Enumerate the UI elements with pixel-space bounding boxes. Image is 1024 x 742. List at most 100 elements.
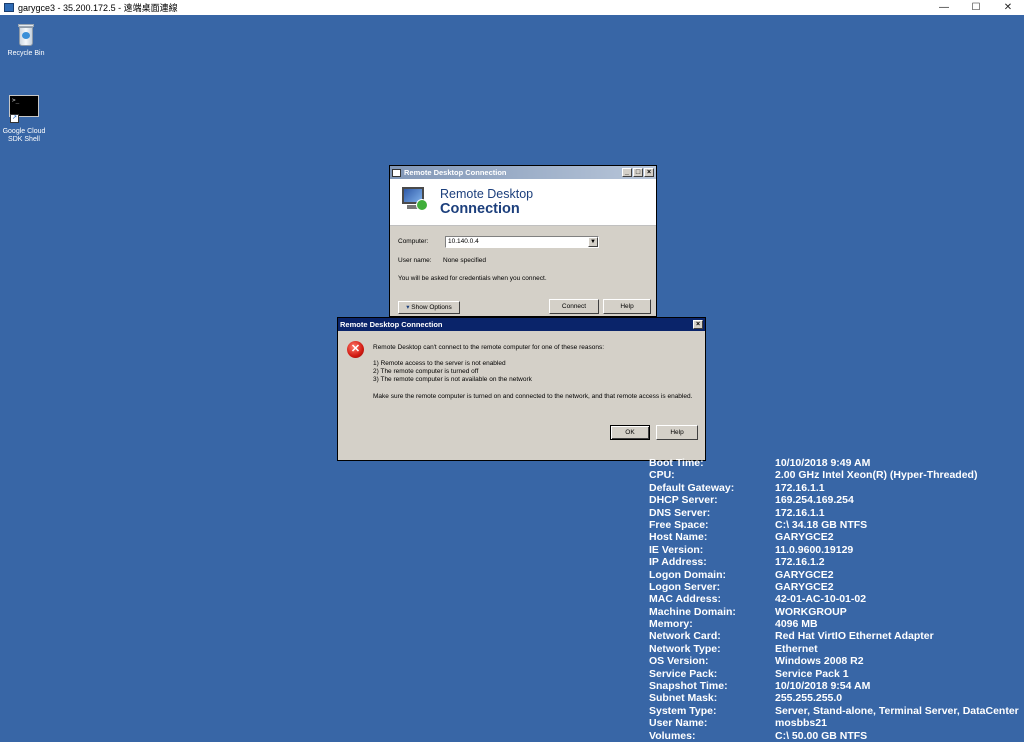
bginfo-value: 10/10/2018 9:49 AM: [775, 457, 871, 469]
bginfo-row: DNS Server: 172.16.1.1: [649, 507, 1024, 519]
banner-title-line1: Remote Desktop: [440, 187, 534, 201]
bginfo-row: Free Space: C:\ 34.18 GB NTFS: [649, 519, 1024, 531]
error-window-controls: ×: [692, 320, 703, 329]
desktop-icon-google-cloud-sdk-shell[interactable]: ↗ Google Cloud SDK Shell: [0, 95, 50, 144]
credentials-note: You will be asked for credentials when y…: [398, 275, 547, 282]
bginfo-value: 10/10/2018 9:54 AM: [775, 680, 871, 693]
error-reason: 2) The remote computer is turned off: [373, 368, 479, 375]
desktop-icon-label: Google Cloud SDK Shell: [2, 128, 46, 143]
bginfo-row: IE Version: 11.0.9600.19129: [649, 544, 1024, 556]
shortcut-arrow-icon: ↗: [10, 114, 19, 123]
bginfo-label: DNS Server:: [649, 506, 711, 519]
bginfo-value: mosbbs21: [775, 717, 827, 730]
error-advice: Make sure the remote computer is turned …: [373, 393, 693, 400]
bginfo-value: 42-01-AC-10-01-02: [775, 593, 867, 606]
bginfo-label: Subnet Mask:: [649, 692, 718, 705]
rdc-title-bar: Remote Desktop Connection _ □ ×: [390, 166, 656, 179]
error-close-button[interactable]: ×: [693, 320, 703, 329]
bginfo-row: IP Address: 172.16.1.2: [649, 556, 1024, 568]
bginfo-label: IP Address:: [649, 556, 707, 569]
bginfo-row: Memory: 4096 MB: [649, 618, 1024, 630]
bginfo-value: 11.0.9600.19129: [775, 543, 854, 556]
bginfo-row: DHCP Server: 169.254.169.254: [649, 494, 1024, 506]
rdc-banner: Remote Desktop Connection: [390, 179, 656, 226]
bginfo-label: Memory:: [649, 618, 693, 631]
error-help-button[interactable]: Help: [656, 425, 698, 440]
bginfo-label: Service Pack:: [649, 667, 718, 680]
bginfo-label: CPU:: [649, 469, 675, 482]
bginfo-row: MAC Address: 42-01-AC-10-01-02: [649, 593, 1024, 605]
bginfo-label: MAC Address:: [649, 593, 721, 606]
bginfo-row: Logon Domain: GARYGCE2: [649, 569, 1024, 581]
bginfo-label: Network Card:: [649, 630, 721, 643]
error-dialog-title: Remote Desktop Connection: [340, 320, 443, 329]
bginfo-row: CPU: 2.00 GHz Intel Xeon(R) (Hyper-Thread…: [649, 469, 1024, 481]
bginfo-label: Volumes:: [649, 729, 696, 742]
bginfo-label: Logon Server:: [649, 580, 721, 593]
rdc-window: Remote Desktop Connection _ □ × Remote D…: [389, 165, 657, 317]
bginfo-value: 4096 MB: [775, 618, 818, 631]
bginfo-label: Logon Domain:: [649, 568, 726, 581]
rdc-window-controls: _ □ ×: [621, 168, 654, 177]
connect-arrow-icon: [416, 199, 428, 211]
bginfo-label: DHCP Server:: [649, 494, 718, 507]
rdc-minimize-button[interactable]: _: [622, 168, 632, 177]
maximize-button[interactable]: ☐: [960, 0, 992, 15]
bginfo-row: Logon Server: GARYGCE2: [649, 581, 1024, 593]
bginfo-row: Snapshot Time: 10/10/2018 9:54 AM: [649, 680, 1024, 692]
connect-button[interactable]: Connect: [549, 299, 599, 314]
ok-button[interactable]: OK: [610, 425, 650, 440]
chevron-down-icon[interactable]: ▼: [588, 237, 598, 247]
bginfo-value: 255.255.255.0: [775, 692, 843, 705]
bginfo-label: IE Version:: [649, 543, 704, 556]
bginfo-panel: Boot Time: 10/10/2018 9:49 AM CPU: 2.00 GHz…: [649, 457, 1024, 742]
show-options-button[interactable]: ▾ Show Options: [398, 301, 460, 314]
error-message: Remote Desktop can't connect to the remo…: [373, 344, 605, 351]
bginfo-value: GARYGCE2: [775, 568, 834, 581]
username-value: None specified: [443, 257, 486, 264]
bginfo-value: Ethernet: [775, 642, 818, 655]
host-window-title: garygce3 - 35.200.172.5 - 遠端桌面連線: [18, 3, 178, 13]
bginfo-row: Network Card: Red Hat VirtIO Ethernet Ada…: [649, 630, 1024, 642]
bginfo-label: Boot Time:: [649, 457, 704, 469]
bginfo-value: GARYGCE2: [775, 531, 834, 544]
bginfo-value: 172.16.1.1: [775, 506, 825, 519]
recycle-bin-icon: [17, 24, 35, 46]
bginfo-value: 172.16.1.2: [775, 556, 825, 569]
bginfo-row: Boot Time: 10/10/2018 9:49 AM: [649, 457, 1024, 469]
minimize-button[interactable]: —: [928, 0, 960, 15]
bginfo-row: System Type: Server, Stand-alone, Termina…: [649, 705, 1024, 717]
close-button[interactable]: ✕: [992, 0, 1024, 15]
bginfo-value: WORKGROUP: [775, 605, 847, 618]
rdc-close-button[interactable]: ×: [644, 168, 654, 177]
rdc-window-icon: [392, 168, 401, 177]
bginfo-value: 169.254.169.254: [775, 494, 854, 507]
host-window-controls: — ☐ ✕: [928, 0, 1024, 15]
rdc-body: Computer: 10.140.0.4 ▼ User name: None s…: [390, 226, 656, 318]
desktop-icon-recycle-bin[interactable]: Recycle Bin: [0, 24, 52, 58]
chevron-down-icon: ▾: [406, 304, 410, 311]
rdc-help-button[interactable]: Help: [603, 299, 651, 314]
bginfo-row: Service Pack: Service Pack 1: [649, 668, 1024, 680]
computer-input[interactable]: 10.140.0.4 ▼: [445, 236, 599, 248]
bginfo-value: C:\ 34.18 GB NTFS: [775, 518, 868, 531]
host-title-bar: garygce3 - 35.200.172.5 - 遠端桌面連線 — ☐ ✕: [0, 0, 1024, 15]
bginfo-label: System Type:: [649, 704, 717, 717]
bginfo-value: Server, Stand-alone, Terminal Server, Da…: [775, 704, 1019, 717]
bginfo-value: GARYGCE2: [775, 580, 834, 593]
bginfo-label: Default Gateway:: [649, 481, 735, 494]
bginfo-label: OS Version:: [649, 655, 709, 668]
bginfo-label: Free Space:: [649, 518, 709, 531]
rdc-window-title: Remote Desktop Connection: [404, 168, 507, 177]
bginfo-label: Snapshot Time:: [649, 680, 728, 693]
bginfo-value: Service Pack 1: [775, 667, 849, 680]
computer-label: Computer:: [398, 238, 429, 245]
bginfo-value: C:\ 50.00 GB NTFS: [775, 729, 868, 742]
error-reason: 1) Remote access to the server is not en…: [373, 360, 506, 367]
rdc-maximize-button[interactable]: □: [633, 168, 643, 177]
bginfo-row: Host Name: GARYGCE2: [649, 531, 1024, 543]
error-icon: ✕: [347, 341, 364, 358]
bginfo-label: Machine Domain:: [649, 605, 736, 618]
banner-title-line2: Connection: [440, 201, 520, 217]
bginfo-row: Network Type: Ethernet: [649, 643, 1024, 655]
